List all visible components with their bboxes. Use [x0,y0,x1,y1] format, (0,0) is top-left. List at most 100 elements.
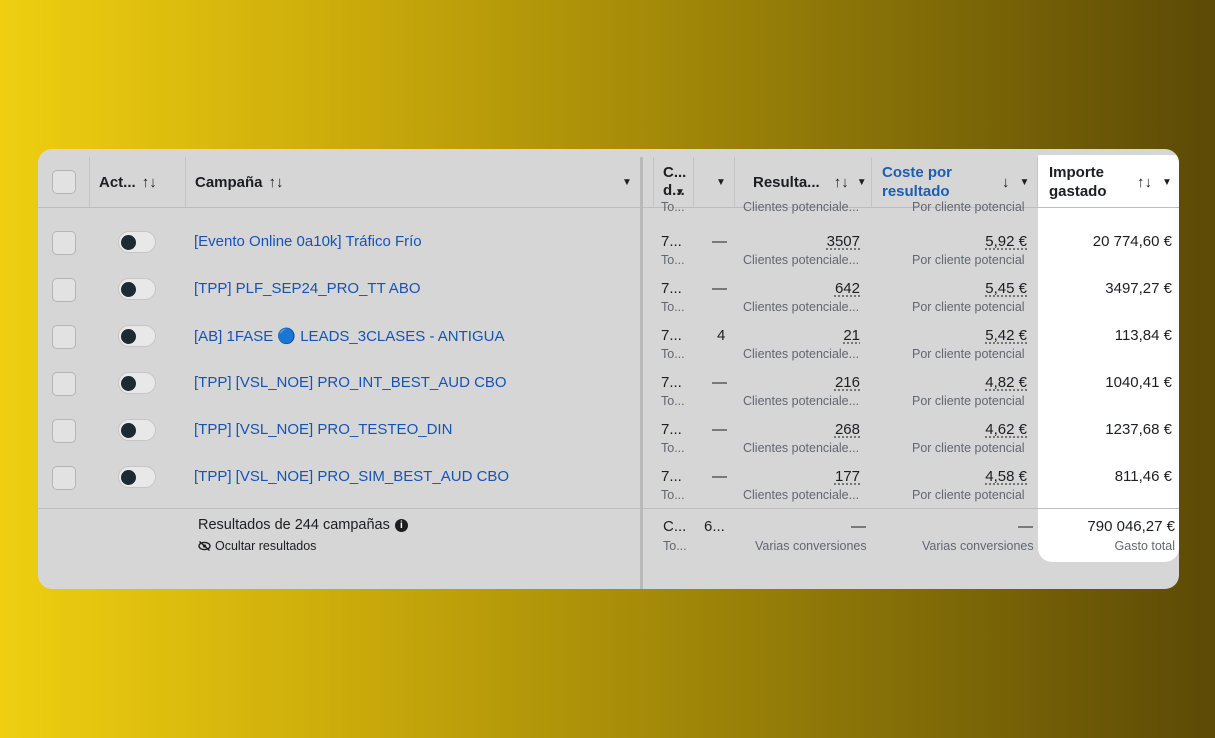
header-active[interactable]: Act... ↑↓ [99,157,157,207]
header-campaign[interactable]: Campaña ↑↓ [195,157,284,207]
row-d-value: — [712,374,727,391]
partial-row-c: To... [661,200,685,214]
row-d-value: 4 [717,327,726,344]
column-divider [1037,157,1038,207]
row-c-label: To... [661,347,685,361]
row-cost-value[interactable]: 4,58 € [927,468,1027,485]
table-row[interactable]: [TPP] [VSL_NOE] PRO_INT_BEST_AUD CBO 7..… [38,360,1179,408]
sort-down-icon[interactable]: ↓ [1002,174,1010,191]
hide-results-button[interactable]: Ocultar resultados [198,539,316,553]
column-divider [871,157,872,207]
info-icon[interactable]: i [394,519,408,532]
sort-arrows-icon[interactable]: ↑↓ [142,174,157,191]
row-c-label: To... [661,394,685,408]
sort-arrows-icon[interactable]: ↑↓ [269,174,284,191]
partial-row-cost-label: Por cliente potencial [912,200,1025,214]
sort-arrows-icon[interactable]: ↑↓ [1137,174,1152,191]
row-cost-value[interactable]: 4,62 € [927,421,1027,438]
row-c-value: 7... [661,421,682,438]
row-cost-label: Por cliente potencial [912,347,1025,361]
header-amount-spent[interactable]: Importe gastado [1049,157,1107,207]
row-results-value[interactable]: 3507 [780,233,860,250]
row-checkbox[interactable] [52,372,76,396]
table-row[interactable]: [Evento Online 0a10k] Tráfico Frío 7... … [38,219,1179,267]
row-results-label: Clientes potenciale... [743,441,860,455]
table-footer: Resultados de 244 campañas i Ocultar resu… [38,508,1179,564]
row-c-label: To... [661,488,685,502]
col-d-dropdown[interactable]: ▼ [716,157,726,207]
row-results-label: Clientes potenciale... [743,300,860,314]
chevron-down-icon[interactable]: ▼ [1020,177,1030,188]
row-checkbox[interactable] [52,419,76,443]
row-cost-value[interactable]: 5,45 € [927,280,1027,297]
table-row[interactable]: [AB] 1FASE 🔵 LEADS_3CLASES - ANTIGUA 7..… [38,313,1179,361]
toggle-knob [121,235,136,250]
results-summary: Resultados de 244 campañas i [198,517,408,533]
campaign-toggle[interactable] [118,372,156,394]
row-cost-value[interactable]: 5,42 € [927,327,1027,344]
footer-c-value: C... [663,518,687,535]
row-cost-value[interactable]: 4,82 € [927,374,1027,391]
table-row[interactable]: [TPP] [VSL_NOE] PRO_TESTEO_DIN 7... To..… [38,407,1179,455]
partial-row-results-label: Clientes potenciale... [743,200,860,214]
row-checkbox[interactable] [52,466,76,490]
campaign-name-link[interactable]: [Evento Online 0a10k] Tráfico Frío [194,233,422,250]
campaign-toggle[interactable] [118,325,156,347]
row-checkbox[interactable] [52,325,76,349]
chevron-down-icon: ▼ [675,186,685,198]
chevron-down-icon[interactable]: ▼ [1162,177,1172,188]
campaign-name-link[interactable]: [AB] 1FASE 🔵 LEADS_3CLASES - ANTIGUA [194,327,504,345]
table-row[interactable]: [TPP] PLF_SEP24_PRO_TT ABO 7... To... — … [38,266,1179,314]
table-row[interactable]: [TPP] [VSL_NOE] PRO_SIM_BEST_AUD CBO 7..… [38,454,1179,502]
chevron-down-icon[interactable]: ▼ [857,177,867,188]
campaign-name-link[interactable]: [TPP] [VSL_NOE] PRO_INT_BEST_AUD CBO [194,374,507,391]
row-spent-value: 1040,41 € [1105,374,1172,391]
row-c-label: To... [661,441,685,455]
chevron-down-icon: ▼ [716,176,726,188]
campaign-name-link[interactable]: [TPP] [VSL_NOE] PRO_SIM_BEST_AUD CBO [194,468,509,485]
row-c-value: 7... [661,468,682,485]
row-d-value: — [712,421,727,438]
footer-d-value: 6... [704,518,725,535]
frozen-column-divider[interactable] [640,157,643,589]
toggle-knob [121,376,136,391]
spent-sort-controls[interactable]: ↑↓ ▼ [1131,157,1172,207]
row-checkbox[interactable] [52,278,76,302]
footer-results-value: — [851,518,866,535]
row-results-value[interactable]: 21 [780,327,860,344]
row-results-value[interactable]: 216 [780,374,860,391]
row-cost-label: Por cliente potencial [912,253,1025,267]
campaign-toggle[interactable] [118,419,156,441]
sort-arrows-icon[interactable]: ↑↓ [834,174,849,191]
column-divider [653,157,654,207]
footer-cost-label: Varias conversiones [922,539,1034,553]
campaign-dropdown[interactable]: ▼ [622,157,632,207]
row-results-label: Clientes potenciale... [743,347,860,361]
footer-c-label: To... [663,539,687,553]
row-checkbox[interactable] [52,231,76,255]
row-results-label: Clientes potenciale... [743,488,860,502]
row-spent-value: 113,84 € [1114,327,1172,344]
row-cost-value[interactable]: 5,92 € [927,233,1027,250]
column-divider [89,157,90,207]
row-cost-label: Por cliente potencial [912,441,1025,455]
row-c-value: 7... [661,233,682,250]
select-all-checkbox[interactable] [52,170,76,194]
row-spent-value: 811,46 € [1114,468,1172,485]
campaign-name-link[interactable]: [TPP] [VSL_NOE] PRO_TESTEO_DIN [194,421,452,438]
footer-results-label: Varias conversiones [755,539,867,553]
toggle-knob [121,423,136,438]
campaign-name-link[interactable]: [TPP] PLF_SEP24_PRO_TT ABO [194,280,421,297]
campaign-toggle[interactable] [118,466,156,488]
row-results-value[interactable]: 177 [780,468,860,485]
row-c-value: 7... [661,374,682,391]
row-d-value: — [712,468,727,485]
row-results-value[interactable]: 642 [780,280,860,297]
row-c-label: To... [661,253,685,267]
row-spent-value: 1237,68 € [1105,421,1172,438]
campaign-toggle[interactable] [118,231,156,253]
toggle-knob [121,329,136,344]
campaign-toggle[interactable] [118,278,156,300]
row-results-value[interactable]: 268 [780,421,860,438]
column-divider [693,157,694,207]
